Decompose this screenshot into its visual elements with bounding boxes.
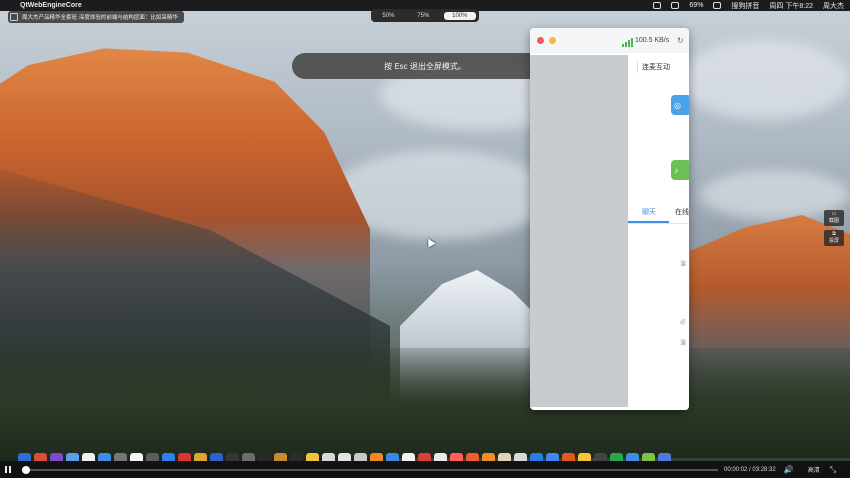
forest — [0, 348, 850, 458]
clock[interactable]: 周四 下午8:22 — [769, 1, 813, 11]
tab-chat[interactable]: 聊天 — [642, 207, 656, 217]
zoom-option-100[interactable]: 100% — [444, 11, 476, 20]
fullscreen-notice: 按 Esc 退出全屏模式。 — [292, 53, 558, 79]
progress-bar[interactable] — [22, 465, 718, 474]
camera-button[interactable]: ◎ — [671, 95, 689, 115]
battery-percent[interactable]: 69% — [689, 2, 703, 9]
fullscreen-notice-text: 按 Esc 退出全屏模式。 — [384, 61, 466, 71]
quality-selector[interactable]: 高清 — [808, 465, 820, 474]
active-app-name[interactable]: QtWebEngineCore — [20, 2, 82, 9]
window-titlebar[interactable]: 100.5 KB/s ↻ — [530, 28, 689, 53]
status-icon[interactable] — [653, 2, 662, 9]
app-window: 100.5 KB/s ↻ 连麦互动 ◎ ♪ 聊天 在线 课 必 课 — [530, 28, 689, 410]
side-panel: 连麦互动 ◎ ♪ 聊天 在线 课 必 课 — [628, 53, 689, 410]
side-widget-label: 截图 — [828, 218, 839, 224]
zoom-option-75[interactable]: 75% — [409, 12, 437, 20]
video-icon — [10, 13, 18, 21]
volume-icon[interactable]: 🔊 — [784, 465, 794, 474]
cast-icon: ⧉ — [832, 231, 836, 237]
status-icon[interactable] — [671, 2, 680, 9]
video-pane — [530, 55, 628, 407]
close-button[interactable] — [537, 37, 544, 44]
cast-widget[interactable]: ⧉ 投屏 — [824, 230, 844, 246]
playback-time: 00:00:02 / 03:28:32 — [724, 466, 776, 473]
video-title-strip: 周大杰产品精华全套班·深度体验的前端与结构层面：比如采精华 — [8, 11, 184, 23]
chat-text: 课 — [680, 262, 687, 268]
chat-text: 课 — [680, 341, 687, 347]
tab-online[interactable]: 在线 — [675, 207, 689, 217]
mic-button[interactable]: ♪ — [671, 160, 689, 180]
network-speed: 100.5 KB/s — [635, 37, 670, 44]
input-method[interactable]: 搜狗拼音 — [731, 1, 759, 11]
refresh-icon[interactable]: ↻ — [677, 36, 684, 45]
signal-icon — [622, 38, 633, 47]
progress-knob[interactable] — [22, 465, 30, 474]
tab-interact[interactable]: 连麦互动 — [642, 62, 670, 72]
zoom-selector: 50% 75% 100% — [371, 9, 479, 22]
screenshot-widget[interactable]: ▭ 截图 — [824, 210, 844, 226]
minimize-button[interactable] — [549, 37, 556, 44]
chat-text: 必 — [680, 320, 687, 326]
side-widget-label: 投屏 — [828, 238, 839, 244]
user-name[interactable]: 周大杰 — [823, 1, 844, 11]
pause-icon[interactable] — [0, 461, 16, 478]
fullscreen-icon[interactable]: ⤡ — [830, 465, 836, 475]
zoom-option-50[interactable]: 50% — [374, 12, 402, 20]
wifi-icon[interactable] — [713, 2, 722, 9]
monitor-icon: ▭ — [831, 211, 837, 217]
player-controls: 00:00:02 / 03:28:32 🔊 高清 ⤡ — [0, 461, 850, 478]
video-title: 周大杰产品精华全套班·深度体验的前端与结构层面：比如采精华 — [22, 15, 178, 21]
